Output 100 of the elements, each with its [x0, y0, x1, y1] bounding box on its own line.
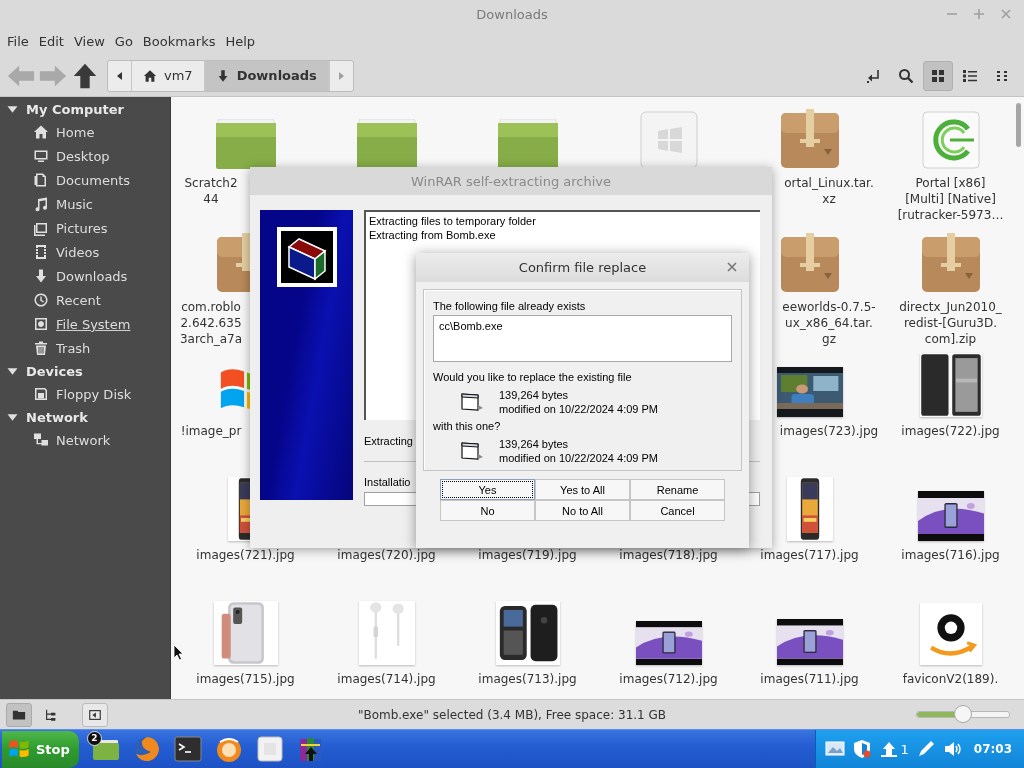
start-button[interactable]: Stop: [2, 730, 79, 768]
sidebar-item[interactable]: Floppy Disk: [56, 386, 132, 402]
file-name[interactable]: images(721).jpg: [196, 547, 295, 563]
expanded-icon[interactable]: [7, 411, 18, 423]
sidebar-item[interactable]: Recent: [56, 292, 101, 308]
recent-icon: [33, 292, 49, 308]
question-text: Would you like to replace the existing file: [433, 371, 632, 383]
notification-count: 1: [900, 741, 909, 757]
trash-icon: [33, 340, 49, 356]
arc-tile-icon[interactable]: [921, 111, 980, 169]
message-text: The following file already exists: [433, 300, 586, 312]
shield-icon[interactable]: [851, 739, 872, 759]
archive-logo-icon: [277, 227, 337, 287]
sidebar-item[interactable]: Home: [56, 124, 95, 140]
side-pane-button[interactable]: [6, 702, 32, 727]
location-toggle-icon[interactable]: [866, 67, 882, 84]
sidebar-item[interactable]: Desktop: [56, 148, 110, 164]
volume-icon[interactable]: [942, 739, 963, 759]
sidebar-item[interactable]: Downloads: [56, 268, 128, 284]
file-name[interactable]: Portal [x86] [Multi] [Native] [rutracker-5973…: [897, 175, 1004, 223]
sidebar-item[interactable]: Music: [56, 196, 93, 212]
display-icon[interactable]: [824, 739, 845, 759]
file-name[interactable]: images(712).jpg: [619, 671, 718, 687]
path-button[interactable]: vm7: [132, 60, 205, 91]
taskbar-button[interactable]: 2: [88, 732, 124, 766]
progress-label: Installatio: [364, 476, 411, 488]
file-name[interactable]: ortal_Linux.tar. xz: [778, 175, 880, 207]
file-name[interactable]: images(714).jpg: [337, 671, 436, 687]
menu-item[interactable]: File: [2, 34, 34, 49]
terminal-icon: [174, 735, 203, 763]
sidebar-item[interactable]: Documents: [56, 172, 131, 188]
folder-icon[interactable]: [215, 119, 276, 169]
documents-icon: [33, 172, 49, 188]
grid-icon: [930, 67, 946, 84]
pictures-icon: [33, 220, 49, 236]
floppy-icon: [33, 386, 49, 402]
window-title: Downloads: [476, 6, 548, 22]
file-name[interactable]: directx_Jun2010_ redist-[Guru3D. com].zip: [899, 299, 1002, 347]
menu-item[interactable]: View: [68, 34, 110, 49]
file-name[interactable]: images(718).jpg: [619, 547, 718, 563]
file-modified: modified on 10/22/2024 4:09 PM: [499, 452, 658, 464]
menu-item[interactable]: Go: [109, 34, 138, 49]
menu-item[interactable]: Edit: [33, 34, 69, 49]
file-name[interactable]: images(722).jpg: [901, 423, 1000, 439]
log-line: Extracting from Bomb.exe: [369, 228, 497, 242]
file-name[interactable]: Scratch2 44: [175, 175, 247, 207]
section-title: Devices: [26, 363, 83, 379]
menu-item[interactable]: Bookmarks: [137, 34, 221, 49]
dialog-button[interactable]: No to All: [535, 500, 630, 521]
file-name[interactable]: images(716).jpg: [901, 547, 1000, 563]
file-name[interactable]: images(723).jpg: [778, 423, 880, 439]
filesystem-icon: [33, 316, 49, 332]
path-button[interactable]: Downloads: [204, 60, 329, 91]
dialog-title: WinRAR self-extracting archive: [411, 173, 611, 189]
file-name[interactable]: images(715).jpg: [196, 671, 295, 687]
badge-count: 2: [86, 730, 102, 746]
search-icon[interactable]: [898, 67, 914, 84]
file-name[interactable]: eeworlds-0.7.5- ux_x86_64.tar. gz: [778, 299, 880, 347]
file-name[interactable]: images(720).jpg: [337, 547, 436, 563]
view-button[interactable]: [923, 60, 953, 91]
downloads-icon: [33, 268, 49, 284]
connector-text: with this one?: [433, 420, 501, 432]
dialog-button[interactable]: Cancel: [630, 500, 725, 521]
expanded-icon[interactable]: [7, 365, 18, 377]
sidebar-item[interactable]: Videos: [56, 244, 100, 260]
globe-icon: [133, 735, 162, 763]
list-icon: [962, 67, 978, 84]
music-icon: [33, 196, 49, 212]
tree-icon: [44, 707, 58, 722]
tile-icon[interactable]: [639, 111, 698, 169]
sidebar-item[interactable]: Pictures: [56, 220, 108, 236]
file-name[interactable]: images(717).jpg: [760, 547, 859, 563]
file-modified: modified on 10/22/2024 4:09 PM: [499, 403, 658, 415]
expanded-icon[interactable]: [7, 103, 18, 115]
file-name[interactable]: images(713).jpg: [478, 671, 577, 687]
panel-icon: [88, 707, 102, 722]
sidebar-toggle-button[interactable]: [82, 702, 108, 727]
network-icon: [33, 432, 49, 448]
desktop-icon: [33, 148, 49, 164]
folder-icon[interactable]: [356, 119, 417, 169]
blank-tile-icon: [256, 735, 285, 763]
dialog-button[interactable]: No: [440, 500, 535, 521]
file-name[interactable]: images(711).jpg: [760, 671, 859, 687]
file-name[interactable]: faviconV2(189).: [902, 671, 999, 687]
menu-item[interactable]: Help: [220, 34, 261, 49]
dialog-title: Confirm file replace: [518, 260, 647, 275]
sidebar-item[interactable]: Network: [56, 432, 111, 448]
scrollbar-thumb[interactable]: [1016, 103, 1021, 147]
status-label: Extracting: [364, 435, 413, 447]
file-size: 139,264 bytes: [499, 389, 570, 401]
file-name[interactable]: com.roblo 2.642.635 3arch_a7a: [175, 299, 247, 347]
videos-icon: [33, 244, 49, 260]
sidebar-item[interactable]: File System: [56, 316, 131, 332]
folder-icon[interactable]: [497, 119, 558, 169]
file-name[interactable]: images(719).jpg: [478, 547, 577, 563]
close-button[interactable]: [725, 260, 739, 274]
sidebar-item[interactable]: Trash: [56, 340, 91, 356]
status-text: "Bomb.exe" selected (3.4 MB), Free space: 31.1 GB: [357, 707, 667, 722]
zoom-slider[interactable]: [915, 705, 1011, 724]
file-name[interactable]: !image_pr: [175, 423, 247, 439]
